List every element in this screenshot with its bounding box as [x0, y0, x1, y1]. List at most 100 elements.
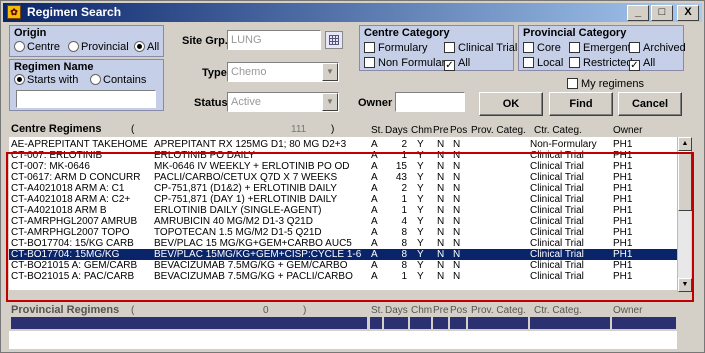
- provincial-regimens-title: Provincial Regimens: [11, 304, 120, 316]
- prov-col-chemo[interactable]: Chm: [411, 305, 432, 316]
- checkmark-icon: ✓: [629, 60, 640, 71]
- checkbox-icon: [569, 42, 580, 53]
- status-label: Status: [194, 97, 228, 109]
- provincial-row-bar: [410, 317, 431, 329]
- prov-col-prov-categ[interactable]: Prov. Categ.: [471, 305, 526, 316]
- provincial-row-bar: [530, 317, 610, 329]
- origin-centre-label: Centre: [27, 41, 61, 53]
- starts-with-option[interactable]: Starts with: [14, 74, 78, 86]
- provincial-row-bar: [612, 317, 676, 329]
- type-dropdown-icon[interactable]: ▼: [322, 63, 338, 81]
- centre-category-group: Centre Category Formulary Clinical Trial…: [359, 25, 517, 71]
- prov-core-label: Core: [537, 42, 561, 54]
- prov-local-label: Local: [537, 57, 564, 69]
- prov-core-checkbox[interactable]: Core: [523, 42, 561, 54]
- origin-all-label: All: [147, 41, 160, 53]
- origin-provincial-label: Provincial: [81, 41, 129, 53]
- cancel-button[interactable]: Cancel: [618, 92, 682, 116]
- regimen-name-input[interactable]: [16, 90, 156, 108]
- close-button[interactable]: X: [677, 5, 699, 21]
- cell-description: APREPITANT RX 125MG D1; 80 MG D2+3: [154, 139, 347, 150]
- centre-formulary-checkbox[interactable]: Formulary: [364, 42, 428, 54]
- prov-all-label: All: [643, 57, 656, 69]
- prov-emergent-checkbox[interactable]: Emergent: [569, 42, 631, 54]
- cell-ctr-categ: Non-Formulary: [530, 139, 597, 150]
- provincial-row-bar: [370, 317, 382, 329]
- origin-all-option[interactable]: All: [134, 41, 159, 53]
- radio-icon: [68, 41, 79, 52]
- radio-selected-icon: [134, 41, 145, 52]
- origin-group: Origin Centre Provincial All: [9, 25, 164, 57]
- prov-emergent-label: Emergent: [583, 42, 631, 54]
- provincial-category-group: Provincial Category Core Emergent Archiv…: [518, 25, 686, 71]
- provincial-regimens-table: [9, 331, 677, 349]
- contains-label: Contains: [103, 74, 147, 86]
- centre-non-formulary-label: Non Formulary: [378, 57, 451, 69]
- centre-regimens-count-close: ): [331, 124, 335, 135]
- cell-days: 2: [401, 139, 407, 150]
- checkbox-icon: [523, 42, 534, 53]
- title-bar: ✿ Regimen Search _ □ X: [3, 3, 702, 22]
- checkbox-icon: [629, 42, 640, 53]
- provincial-regimens-count: 0: [263, 305, 269, 316]
- contains-option[interactable]: Contains: [90, 74, 146, 86]
- col-ctr-categ[interactable]: Ctr. Categ.: [534, 125, 582, 136]
- prov-col-owner[interactable]: Owner: [613, 305, 642, 316]
- checkmark-icon: ✓: [444, 60, 455, 71]
- maximize-button[interactable]: □: [651, 5, 673, 21]
- minimize-button[interactable]: _: [627, 5, 649, 21]
- col-pre[interactable]: Pre: [433, 125, 449, 136]
- site-group-field[interactable]: LUNG: [227, 30, 321, 50]
- col-days[interactable]: Days: [385, 125, 408, 136]
- prov-archived-label: Archived: [643, 42, 686, 54]
- origin-title: Origin: [14, 27, 47, 39]
- owner-input[interactable]: [395, 92, 465, 112]
- centre-non-formulary-checkbox[interactable]: Non Formulary: [364, 57, 451, 69]
- cell-code: AE-APREPITANT TAKEHOME: [11, 139, 148, 150]
- prov-restricted-checkbox[interactable]: Restricted: [569, 57, 633, 69]
- provincial-row-bar: [384, 317, 408, 329]
- centre-all-checkbox[interactable]: ✓ All: [444, 57, 470, 71]
- prov-col-status[interactable]: St.: [371, 305, 383, 316]
- prov-local-checkbox[interactable]: Local: [523, 57, 563, 69]
- table-row[interactable]: AE-APREPITANT TAKEHOME APREPITANT RX 125M…: [9, 139, 677, 150]
- origin-centre-option[interactable]: Centre: [14, 41, 60, 53]
- checkbox-icon: [567, 78, 578, 89]
- highlight-box: [6, 152, 694, 302]
- origin-provincial-option[interactable]: Provincial: [68, 41, 129, 53]
- status-dropdown-icon[interactable]: ▼: [322, 93, 338, 111]
- col-chemo[interactable]: Chm: [411, 125, 432, 136]
- regimen-name-group: Regimen Name Starts with Contains: [9, 59, 164, 111]
- prov-col-ctr-categ[interactable]: Ctr. Categ.: [534, 305, 582, 316]
- prov-col-days[interactable]: Days: [385, 305, 408, 316]
- scroll-up-icon[interactable]: ▲: [678, 137, 692, 151]
- find-button[interactable]: Find: [549, 92, 613, 116]
- site-group-lookup-icon[interactable]: [325, 31, 343, 49]
- col-owner[interactable]: Owner: [613, 125, 642, 136]
- prov-col-pre[interactable]: Pre: [433, 305, 449, 316]
- centre-clinical-trial-checkbox[interactable]: Clinical Trial: [444, 42, 517, 54]
- col-prov-categ[interactable]: Prov. Categ.: [471, 125, 526, 136]
- prov-restricted-label: Restricted: [583, 57, 633, 69]
- prov-all-checkbox[interactable]: ✓ All: [629, 57, 655, 71]
- centre-formulary-label: Formulary: [378, 42, 428, 54]
- type-label: Type: [202, 67, 227, 79]
- prov-archived-checkbox[interactable]: Archived: [629, 42, 686, 54]
- col-status[interactable]: St.: [371, 125, 383, 136]
- window-title: Regimen Search: [27, 5, 122, 19]
- col-post[interactable]: Pos: [450, 125, 467, 136]
- checkbox-icon: [364, 57, 375, 68]
- centre-category-title: Centre Category: [364, 27, 450, 39]
- my-regimens-checkbox[interactable]: My regimens: [567, 78, 644, 90]
- provincial-regimens-count-close: ): [303, 305, 307, 316]
- app-icon: ✿: [7, 5, 21, 19]
- site-group-label: Site Grp.: [182, 35, 228, 47]
- provincial-row-bar: [433, 317, 448, 329]
- radio-icon: [90, 74, 101, 85]
- regimen-search-window: ✿ Regimen Search _ □ X Origin Centre Pro…: [0, 0, 705, 353]
- my-regimens-label: My regimens: [581, 78, 644, 90]
- ok-button[interactable]: OK: [479, 92, 543, 116]
- cell-pre: N: [437, 139, 445, 150]
- regimen-name-title: Regimen Name: [14, 61, 94, 73]
- prov-col-post[interactable]: Pos: [450, 305, 467, 316]
